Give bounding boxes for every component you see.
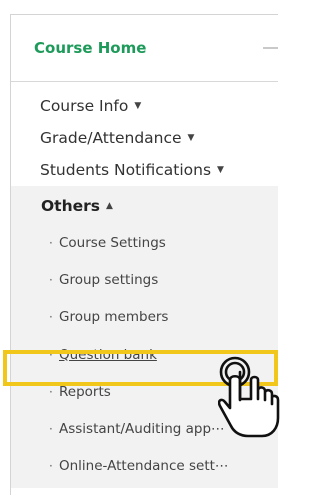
sidebar-subitem-label: Assistant/Auditing app⋯	[59, 421, 225, 438]
sidebar-item-course-info[interactable]: Course Info ▼	[11, 90, 278, 122]
sidebar-item-label: Course Info	[40, 97, 129, 115]
bullet-icon: ·	[49, 384, 53, 399]
sidebar-subitem-online-attendance[interactable]: · Online-Attendance sett⋯	[11, 448, 278, 485]
sidebar-subitem-course-settings[interactable]: · Course Settings	[11, 224, 278, 261]
sidebar-header[interactable]: Course Home	[11, 15, 278, 82]
bullet-icon: ·	[49, 235, 53, 250]
sidebar-subitem-group-settings[interactable]: · Group settings	[11, 261, 278, 298]
caret-down-icon: ▼	[134, 101, 142, 111]
sidebar-subitem-label: Course Settings	[59, 234, 166, 251]
bullet-icon: ·	[49, 422, 53, 437]
sidebar-subitem-label: Online-Attendance sett⋯	[59, 458, 229, 475]
hand-pointer-icon	[218, 356, 280, 438]
sidebar-title[interactable]: Course Home	[34, 39, 146, 57]
caret-up-icon: ▲	[106, 201, 113, 211]
sidebar-item-students-notifications[interactable]: Students Notifications ▼	[11, 154, 278, 186]
bullet-icon: ·	[49, 310, 53, 325]
sidebar-item-others[interactable]: Others ▲	[11, 188, 278, 224]
caret-down-icon: ▼	[217, 165, 224, 175]
caret-down-icon: ▼	[187, 133, 195, 143]
minus-icon[interactable]	[263, 47, 278, 49]
sidebar-group-label: Others	[41, 197, 101, 215]
sidebar-subitem-group-members[interactable]: · Group members	[11, 299, 278, 336]
sidebar-item-label: Grade/Attendance	[40, 129, 182, 147]
sidebar-subitem-label: Group settings	[59, 271, 159, 288]
sidebar-subitem-label: Reports	[59, 383, 111, 400]
bullet-icon: ·	[49, 459, 53, 474]
bullet-icon: ·	[49, 272, 53, 287]
sidebar-subitem-label: Group members	[59, 309, 169, 326]
sidebar-item-label: Students Notifications	[40, 161, 212, 179]
sidebar-item-grade-attendance[interactable]: Grade/Attendance ▼	[11, 122, 278, 154]
